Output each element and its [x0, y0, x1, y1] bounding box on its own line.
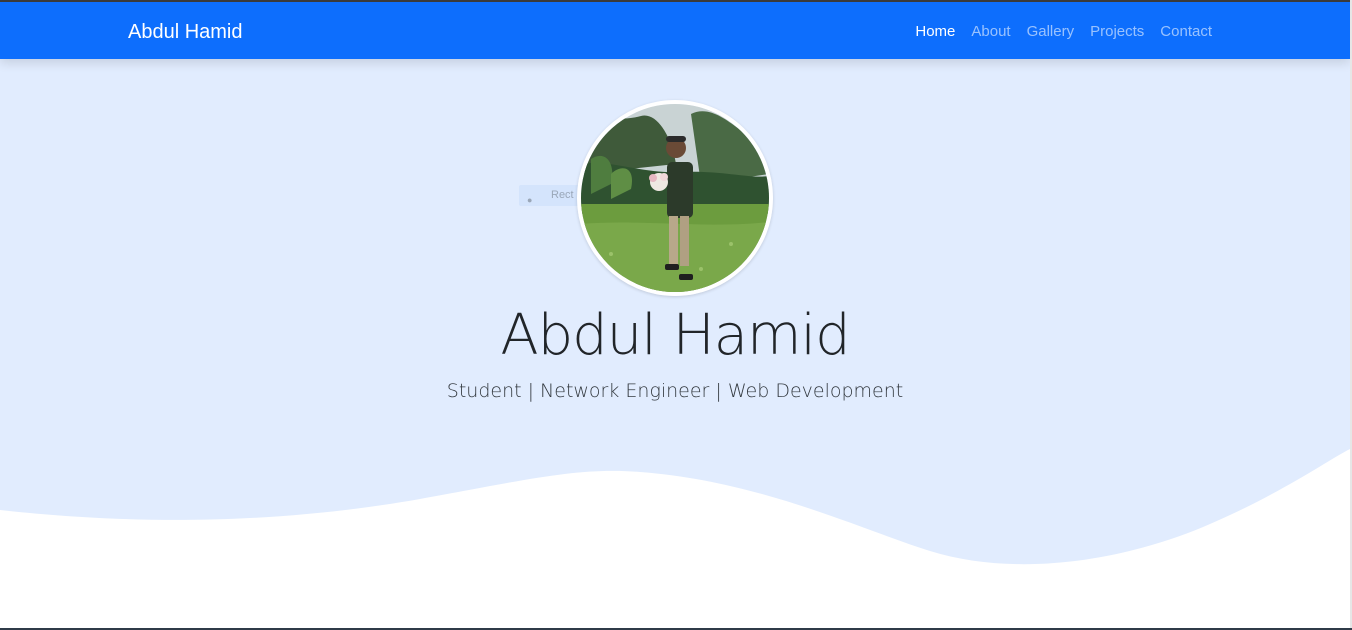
window-top-border — [0, 0, 1352, 2]
profile-avatar — [577, 100, 773, 296]
navbar-brand[interactable]: Abdul Hamid — [128, 20, 243, 44]
nav-link-home[interactable]: Home — [915, 23, 955, 40]
navbar: Abdul Hamid Home About Gallery Projects … — [0, 2, 1350, 59]
hero-tagline: Student | Network Engineer | Web Develop… — [446, 380, 904, 402]
nav-item-contact: Contact — [1160, 22, 1212, 42]
nav-link-about[interactable]: About — [971, 23, 1010, 40]
hero-section: ● Rect Abdul Hamid Student | Network Eng… — [0, 59, 1350, 630]
ghost-label-text: Rect — [551, 189, 574, 201]
profile-photo — [581, 104, 769, 292]
nav-item-gallery: Gallery — [1027, 22, 1075, 42]
nav-link-projects[interactable]: Projects — [1090, 23, 1144, 40]
hero-name: Abdul Hamid — [500, 303, 850, 368]
nav-link-contact[interactable]: Contact — [1160, 23, 1212, 40]
nav-link-gallery[interactable]: Gallery — [1027, 23, 1075, 40]
nav-item-about: About — [971, 22, 1010, 42]
ghost-dot-icon: ● — [527, 195, 533, 205]
nav-item-home: Home — [915, 22, 955, 42]
nav-item-projects: Projects — [1090, 22, 1144, 42]
nav-links: Home About Gallery Projects Contact — [915, 22, 1212, 42]
